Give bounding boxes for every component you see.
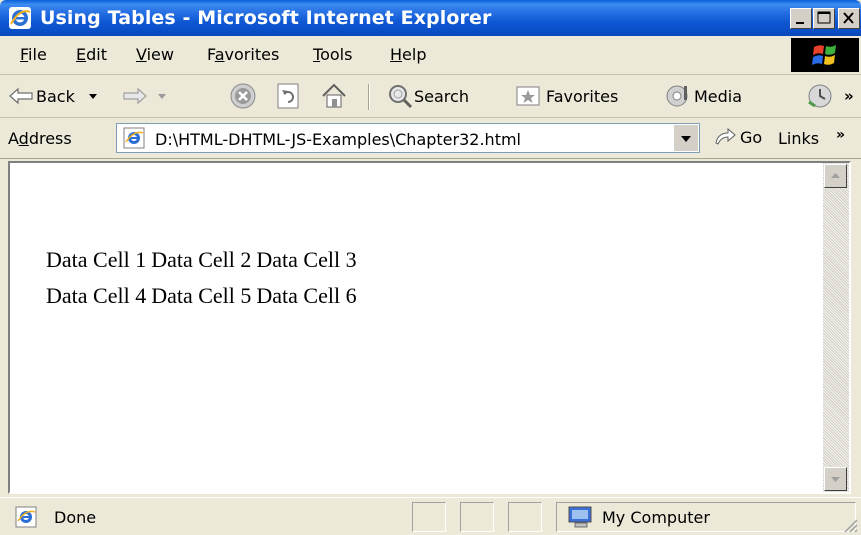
address-input[interactable]: D:\HTML-DHTML-JS-Examples\Chapter32.html: [116, 123, 700, 153]
table-cell: Data Cell 4: [46, 283, 147, 308]
menu-tools[interactable]: Tools: [313, 46, 352, 64]
title-bar[interactable]: Using Tables - Microsoft Internet Explor…: [0, 0, 861, 36]
close-button[interactable]: [838, 8, 860, 29]
address-url: D:\HTML-DHTML-JS-Examples\Chapter32.html: [155, 130, 521, 149]
standard-toolbar: Back Search Favorites Media »: [0, 75, 861, 118]
home-icon: [322, 83, 346, 108]
chevron-up-icon: [831, 173, 840, 178]
media-icon: [666, 85, 688, 107]
favorites-button[interactable]: Favorites: [514, 75, 618, 117]
close-icon: [843, 12, 854, 24]
scroll-up-button[interactable]: [824, 164, 847, 188]
forward-arrow-icon: [123, 87, 147, 105]
maximize-icon: [817, 11, 831, 24]
toolbar-chevron[interactable]: »: [844, 75, 854, 117]
menu-edit[interactable]: Edit: [76, 46, 107, 64]
resize-grip-icon[interactable]: [841, 516, 859, 534]
maximize-button[interactable]: [813, 8, 835, 29]
status-text: Done: [54, 508, 97, 527]
toolbar-separator: [368, 84, 370, 110]
menu-help[interactable]: Help: [390, 46, 426, 64]
security-zone-label: My Computer: [602, 508, 710, 527]
windows-logo-throbber: [791, 38, 859, 72]
table-cell: Data Cell 5: [151, 283, 252, 308]
go-button[interactable]: Go: [712, 125, 762, 149]
scroll-down-button[interactable]: [824, 467, 847, 491]
vertical-scrollbar[interactable]: [823, 163, 849, 492]
data-table: Data Cell 1 Data Cell 2 Data Cell 3 Data…: [46, 247, 362, 309]
refresh-icon: [277, 83, 299, 109]
media-button[interactable]: Media: [664, 75, 742, 117]
stop-icon: [230, 83, 256, 109]
go-arrow-icon: [715, 127, 736, 145]
forward-button[interactable]: [122, 75, 170, 117]
minimize-button[interactable]: [790, 8, 812, 29]
menu-file[interactable]: File: [20, 46, 47, 64]
search-button[interactable]: Search: [386, 75, 469, 117]
links-button[interactable]: Links: [778, 129, 819, 148]
table-cell: Data Cell 1: [46, 247, 147, 272]
menu-view[interactable]: View: [136, 46, 174, 64]
back-button[interactable]: Back: [8, 75, 101, 117]
address-label: Address: [8, 129, 72, 148]
window-title: Using Tables - Microsoft Internet Explor…: [40, 7, 492, 29]
table-cell: Data Cell 6: [256, 283, 357, 308]
chevron-down-icon: [158, 94, 166, 99]
computer-icon: [568, 506, 592, 528]
page-icon: [123, 127, 145, 149]
windows-flag-icon: [812, 45, 836, 65]
menu-bar: File Edit View Favorites Tools Help: [0, 36, 861, 75]
table-row: Data Cell 4 Data Cell 5 Data Cell 6: [46, 273, 362, 309]
links-chevron[interactable]: »: [836, 127, 845, 143]
page-content[interactable]: Data Cell 1 Data Cell 2 Data Cell 3 Data…: [8, 161, 851, 494]
table-cell: Data Cell 2: [151, 247, 252, 272]
address-bar: Address D:\HTML-DHTML-JS-Examples\Chapte…: [0, 118, 861, 159]
history-icon: [808, 84, 832, 108]
address-dropdown-button[interactable]: [673, 125, 698, 151]
refresh-button[interactable]: [275, 75, 301, 117]
history-button[interactable]: [805, 75, 835, 117]
table-row: Data Cell 1 Data Cell 2 Data Cell 3: [46, 247, 362, 273]
status-bar: Done My Computer: [0, 497, 861, 535]
back-arrow-icon: [9, 87, 33, 105]
favorites-icon: [516, 86, 540, 106]
search-icon: [389, 85, 413, 109]
menu-favorites[interactable]: Favorites: [207, 46, 279, 64]
status-pane: [460, 502, 494, 532]
stop-button[interactable]: [228, 75, 258, 117]
status-pane: [412, 502, 446, 532]
chevron-down-icon: [681, 136, 691, 142]
status-pane: [508, 502, 542, 532]
minimize-icon: [796, 22, 804, 24]
ie-logo-icon[interactable]: [8, 6, 32, 30]
chevron-down-icon: [88, 94, 97, 99]
table-cell: Data Cell 3: [256, 247, 357, 272]
chevron-down-icon: [831, 477, 840, 482]
home-button[interactable]: [320, 75, 348, 117]
browser-window: Using Tables - Microsoft Internet Explor…: [0, 0, 861, 535]
page-done-icon: [15, 506, 37, 528]
